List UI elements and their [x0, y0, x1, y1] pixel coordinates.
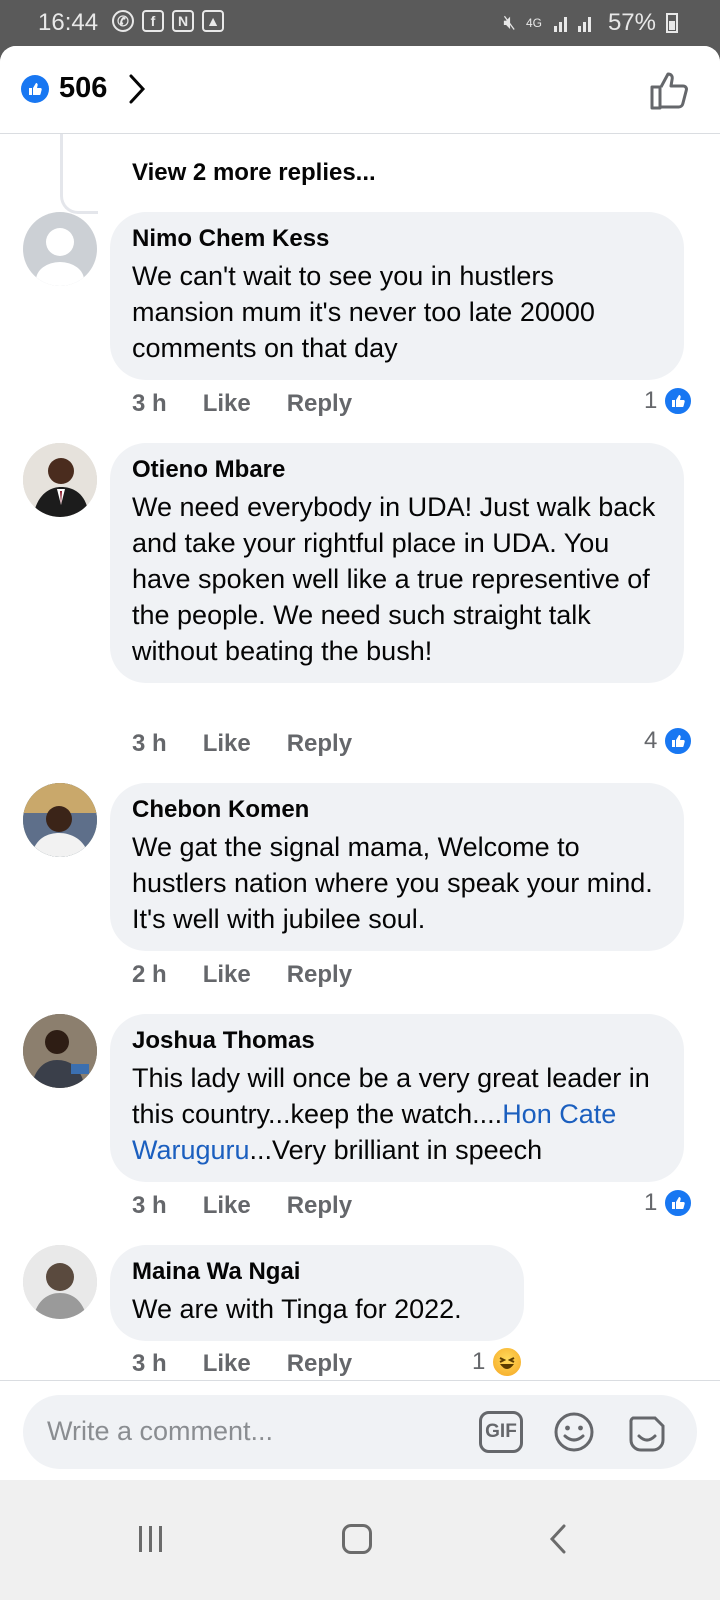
- comment-actions: 3 h Like Reply: [132, 390, 352, 418]
- like-comment-button[interactable]: Like: [203, 1192, 251, 1220]
- like-comment-button[interactable]: Like: [203, 390, 251, 418]
- gallery-icon: ▲: [202, 10, 224, 32]
- avatar[interactable]: [23, 1014, 97, 1088]
- comment-bubble[interactable]: Nimo Chem Kess We can't wait to see you …: [110, 212, 684, 380]
- whatsapp-icon: ✆: [112, 10, 134, 32]
- like-reaction-icon: [21, 75, 49, 103]
- comment-input-placeholder: Write a comment...: [47, 1416, 274, 1446]
- reaction-count: 1: [472, 1348, 486, 1375]
- profile-photo: [23, 1245, 97, 1319]
- comment-reactions[interactable]: 4: [644, 726, 694, 756]
- like-comment-button[interactable]: Like: [203, 961, 251, 989]
- comment-bubble[interactable]: Chebon Komen We gat the signal mama, Wel…: [110, 783, 684, 951]
- reply-button[interactable]: Reply: [287, 961, 352, 989]
- emoji-icon[interactable]: [553, 1411, 595, 1453]
- like-reaction-icon: [663, 1188, 694, 1218]
- comment-author[interactable]: Nimo Chem Kess: [132, 224, 662, 254]
- status-bar: 16:44 ✆ f N ▲ 🔇︎ 4G 57%: [0, 0, 720, 46]
- view-more-replies-link[interactable]: View 2 more replies...: [132, 159, 376, 187]
- comment-reactions[interactable]: 1: [472, 1346, 524, 1378]
- system-nav-bar: [0, 1480, 720, 1600]
- like-reaction-icon: [663, 386, 694, 416]
- comment-bubble[interactable]: Maina Wa Ngai We are with Tinga for 2022…: [110, 1245, 524, 1341]
- comment-bubble[interactable]: Joshua Thomas This lady will once be a v…: [110, 1014, 684, 1182]
- comment-text: This lady will once be a very great lead…: [132, 1060, 662, 1168]
- avatar[interactable]: [23, 1245, 97, 1319]
- comments-sheet: 506 View 2 more replies... Nimo Chem Kes…: [0, 46, 720, 1480]
- reply-button[interactable]: Reply: [287, 730, 352, 758]
- comment-author[interactable]: Maina Wa Ngai: [132, 1257, 502, 1287]
- comment-actions: 3 h Like Reply: [132, 1192, 352, 1220]
- comment-time: 2 h: [132, 961, 167, 988]
- facebook-icon: f: [142, 10, 164, 32]
- avatar[interactable]: [23, 443, 97, 517]
- comment-text: We are with Tinga for 2022.: [132, 1294, 462, 1324]
- recent-apps-button[interactable]: [139, 1526, 162, 1552]
- like-reaction-icon: [663, 726, 694, 756]
- reply-thread-line: [60, 134, 98, 214]
- comment-time: 3 h: [132, 390, 167, 417]
- sheet-header: 506: [0, 46, 720, 134]
- comment-actions: 2 h Like Reply: [132, 961, 352, 989]
- avatar[interactable]: [23, 783, 97, 857]
- comment-author[interactable]: Joshua Thomas: [132, 1026, 662, 1056]
- reply-button[interactable]: Reply: [287, 1350, 352, 1378]
- reaction-count: 1: [644, 387, 658, 414]
- reply-button[interactable]: Reply: [287, 1192, 352, 1220]
- comment-time: 3 h: [132, 1192, 167, 1219]
- reaction-count[interactable]: 506: [59, 72, 107, 105]
- comment-text: We gat the signal mama, Welcome to hustl…: [132, 832, 653, 934]
- network-type: 4G: [525, 16, 542, 30]
- comment-actions: 3 h Like Reply: [132, 730, 352, 758]
- default-avatar-icon: [36, 228, 84, 286]
- gif-button[interactable]: GIF: [479, 1411, 523, 1453]
- reaction-count: 1: [644, 1189, 658, 1216]
- signal-icon: [553, 17, 591, 32]
- reply-button[interactable]: Reply: [287, 390, 352, 418]
- comment-reactions[interactable]: 1: [644, 386, 694, 416]
- status-time: 16:44: [38, 9, 99, 36]
- profile-photo: [23, 783, 97, 857]
- comment-actions: 3 h Like Reply: [132, 1350, 352, 1378]
- comment-time: 3 h: [132, 730, 167, 757]
- comment-text: We need everybody in UDA! Just walk back…: [132, 492, 656, 666]
- avatar[interactable]: [23, 212, 97, 286]
- profile-photo: [23, 443, 97, 517]
- battery-level: 57%: [607, 9, 656, 36]
- comment-text: We can't wait to see you in hustlers man…: [132, 261, 595, 363]
- notification-icons: ✆ f N ▲: [112, 10, 224, 32]
- comment-bubble[interactable]: Otieno Mbare We need everybody in UDA! J…: [110, 443, 684, 683]
- like-comment-button[interactable]: Like: [203, 730, 251, 758]
- sticker-icon[interactable]: [625, 1410, 669, 1454]
- haha-reaction-icon: [491, 1346, 524, 1378]
- comment-input[interactable]: Write a comment... GIF: [23, 1395, 697, 1469]
- comment-composer: Write a comment... GIF: [0, 1380, 720, 1480]
- like-comment-button[interactable]: Like: [203, 1350, 251, 1378]
- chevron-right-icon[interactable]: [126, 72, 148, 106]
- like-post-button[interactable]: [648, 68, 692, 112]
- home-button[interactable]: [342, 1524, 372, 1554]
- back-button[interactable]: [548, 1523, 568, 1555]
- battery-icon: [666, 13, 678, 33]
- comment-text-part: ...Very brilliant in speech: [249, 1135, 543, 1165]
- comment-time: 3 h: [132, 1350, 167, 1377]
- news-icon: N: [172, 10, 194, 32]
- comment-reactions[interactable]: 1: [644, 1188, 694, 1218]
- profile-photo: [23, 1014, 97, 1088]
- reaction-count: 4: [644, 727, 658, 754]
- comment-author[interactable]: Otieno Mbare: [132, 455, 662, 485]
- mute-icon: 🔇︎: [503, 11, 516, 34]
- status-right: 🔇︎ 4G 57%: [503, 9, 678, 37]
- comment-author[interactable]: Chebon Komen: [132, 795, 662, 825]
